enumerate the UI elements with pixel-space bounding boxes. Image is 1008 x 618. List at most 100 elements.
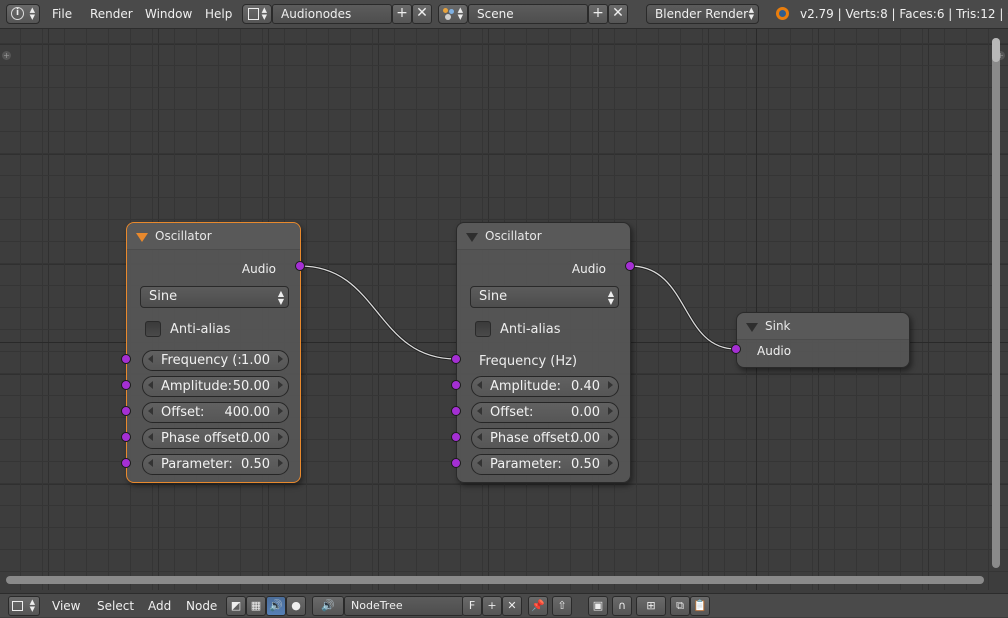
decrement-arrow-icon[interactable] xyxy=(477,407,482,415)
node-header[interactable]: Sink xyxy=(737,313,909,340)
node-tree-name-field[interactable]: NodeTree xyxy=(344,596,464,616)
increment-arrow-icon[interactable] xyxy=(608,459,613,467)
increment-arrow-icon[interactable] xyxy=(278,381,283,389)
decrement-arrow-icon[interactable] xyxy=(477,433,482,441)
amplitude-field[interactable]: Amplitude: 50.00 xyxy=(142,376,289,397)
new-node-tree-button[interactable]: + xyxy=(482,596,502,616)
scene-selector[interactable]: ▲ ▼ xyxy=(438,4,468,24)
osc1-audio-output-socket[interactable] xyxy=(295,261,305,271)
go-parent-button[interactable]: ⇧ xyxy=(552,596,572,616)
increment-arrow-icon[interactable] xyxy=(608,433,613,441)
node-editor-icon xyxy=(12,601,23,611)
copy-nodes-button[interactable]: ⧉ xyxy=(670,596,690,616)
osc1-phase-offset-input-socket[interactable] xyxy=(121,432,131,442)
decrement-arrow-icon[interactable] xyxy=(148,381,153,389)
unlink-node-tree-button[interactable]: ✕ xyxy=(502,596,522,616)
screen-layout-field[interactable]: Audionodes xyxy=(272,4,392,24)
sink-audio-input-socket[interactable] xyxy=(731,344,741,354)
field-label: Phase offset: xyxy=(161,431,246,446)
audio-tree-button[interactable]: 🔊 xyxy=(266,596,286,616)
frequency-field[interactable]: Frequency (: 1.00 xyxy=(142,350,289,371)
add-scene-button[interactable]: + xyxy=(588,4,608,24)
offset-field[interactable]: Offset: 400.00 xyxy=(142,402,289,423)
horizontal-scrollbar[interactable] xyxy=(6,576,984,584)
osc2-phase-offset-input-socket[interactable] xyxy=(451,432,461,442)
sink-node[interactable]: Sink Audio xyxy=(736,312,910,368)
fake-user-button[interactable]: F xyxy=(462,596,482,616)
parameter-field[interactable]: Parameter: 0.50 xyxy=(471,454,619,475)
oscillator-node-1[interactable]: Oscillator Audio Sine ▲ ▼ Anti-alias Freq… xyxy=(126,222,301,483)
shader-tree-button[interactable]: ◩ xyxy=(226,596,246,616)
node-header[interactable]: Oscillator xyxy=(457,223,630,250)
osc1-amplitude-input-socket[interactable] xyxy=(121,380,131,390)
osc1-offset-input-socket[interactable] xyxy=(121,406,131,416)
snap-element-dropdown[interactable]: ⊞ xyxy=(636,596,666,616)
increment-arrow-icon[interactable] xyxy=(608,381,613,389)
vertical-scrollbar-thumb[interactable] xyxy=(992,38,1000,62)
menu-node[interactable]: Node xyxy=(186,594,217,618)
toolshelf-expand-icon[interactable]: + xyxy=(2,51,11,60)
decrement-arrow-icon[interactable] xyxy=(148,407,153,415)
scene-field[interactable]: Scene xyxy=(468,4,588,24)
decrement-arrow-icon[interactable] xyxy=(477,459,482,467)
menu-add[interactable]: Add xyxy=(148,594,171,618)
decrement-arrow-icon[interactable] xyxy=(148,355,153,363)
node-header[interactable]: Oscillator xyxy=(127,223,300,250)
editor-type-selector[interactable]: i ▲ ▼ xyxy=(6,4,40,24)
snap-toggle-button[interactable]: ∩ xyxy=(612,596,632,616)
pin-button[interactable]: 📌 xyxy=(528,596,548,616)
menu-view[interactable]: View xyxy=(52,594,80,618)
antialias-checkbox[interactable] xyxy=(475,321,491,337)
parameter-field[interactable]: Parameter: 0.50 xyxy=(142,454,289,475)
menu-help[interactable]: Help xyxy=(205,0,232,29)
osc2-parameter-input-socket[interactable] xyxy=(451,458,461,468)
texture-tree-button[interactable]: ▦ xyxy=(246,596,266,616)
editor-type-selector[interactable]: ▲ ▼ xyxy=(8,596,40,616)
screen-layout-selector[interactable]: ▲ ▼ xyxy=(242,4,272,24)
vertical-scrollbar[interactable] xyxy=(992,38,1000,568)
osc2-frequency-input-socket[interactable] xyxy=(451,354,461,364)
offset-field[interactable]: Offset: 0.00 xyxy=(471,402,619,423)
collapse-triangle-icon[interactable] xyxy=(136,233,148,242)
collapse-triangle-icon[interactable] xyxy=(746,323,758,332)
remove-screen-button[interactable]: ✕ xyxy=(412,4,432,24)
phase-offset-field[interactable]: Phase offset: 0.00 xyxy=(142,428,289,449)
amplitude-field[interactable]: Amplitude: 0.40 xyxy=(471,376,619,397)
render-engine-dropdown[interactable]: Blender Render ▲ ▼ xyxy=(646,4,759,24)
field-label: Offset: xyxy=(161,405,205,420)
menu-window[interactable]: Window xyxy=(145,0,192,29)
blender-logo-icon xyxy=(776,7,789,20)
decrement-arrow-icon[interactable] xyxy=(148,433,153,441)
decrement-arrow-icon[interactable] xyxy=(477,381,482,389)
info-icon: i xyxy=(11,7,24,20)
osc1-parameter-input-socket[interactable] xyxy=(121,458,131,468)
collapse-triangle-icon[interactable] xyxy=(466,233,478,242)
osc2-audio-output-socket[interactable] xyxy=(625,261,635,271)
increment-arrow-icon[interactable] xyxy=(278,355,283,363)
menu-render[interactable]: Render xyxy=(90,0,133,29)
menu-select[interactable]: Select xyxy=(97,594,134,618)
waveform-dropdown[interactable]: Sine ▲ ▼ xyxy=(140,286,289,308)
osc2-amplitude-input-socket[interactable] xyxy=(451,380,461,390)
menu-file[interactable]: File xyxy=(52,0,72,29)
compositing-tree-button[interactable]: ● xyxy=(286,596,306,616)
field-value: 1.00 xyxy=(241,353,270,368)
remove-scene-button[interactable]: ✕ xyxy=(608,4,628,24)
phase-offset-field[interactable]: Phase offset: 0.00 xyxy=(471,428,619,449)
output-label-audio: Audio xyxy=(571,262,606,276)
oscillator-node-2[interactable]: Oscillator Audio Sine ▲ ▼ Anti-alias Freq… xyxy=(456,222,631,483)
paste-nodes-button[interactable]: 📋 xyxy=(690,596,710,616)
increment-arrow-icon[interactable] xyxy=(278,433,283,441)
node-tree-type-selector[interactable]: 🔊 xyxy=(312,596,344,616)
increment-arrow-icon[interactable] xyxy=(608,407,613,415)
osc1-frequency-input-socket[interactable] xyxy=(121,354,131,364)
decrement-arrow-icon[interactable] xyxy=(148,459,153,467)
waveform-dropdown[interactable]: Sine ▲ ▼ xyxy=(470,286,619,308)
add-screen-button[interactable]: + xyxy=(392,4,412,24)
antialias-checkbox[interactable] xyxy=(145,321,161,337)
increment-arrow-icon[interactable] xyxy=(278,407,283,415)
backdrop-icon: ▣ xyxy=(592,599,604,612)
backdrop-button[interactable]: ▣ xyxy=(588,596,608,616)
osc2-offset-input-socket[interactable] xyxy=(451,406,461,416)
increment-arrow-icon[interactable] xyxy=(278,459,283,467)
